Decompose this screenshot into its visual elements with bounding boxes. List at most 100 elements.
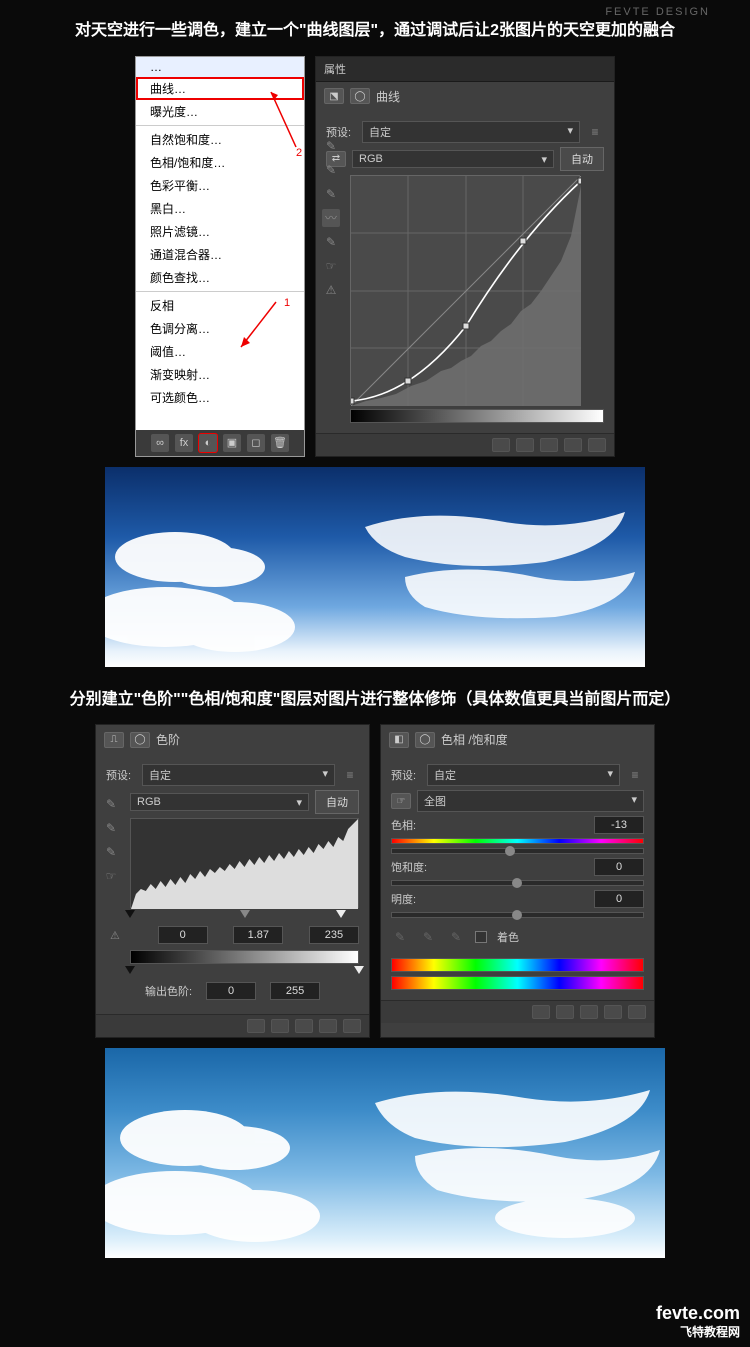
menu-item-top[interactable]: … (136, 57, 304, 77)
colorize-checkbox[interactable] (475, 931, 487, 943)
top-watermark: FEVTE DESIGN (605, 6, 710, 18)
eyedropper-gray-icon[interactable]: ✎ (322, 161, 340, 179)
visibility-icon[interactable] (564, 438, 582, 452)
huesat-eyedropper-add-icon[interactable]: ✎ (419, 928, 437, 946)
adjustment-layer-icon[interactable]: ◐ (199, 434, 217, 452)
sky-result-1 (105, 467, 645, 667)
warning-icon[interactable]: ⚠ (322, 281, 340, 299)
clip-icon[interactable] (492, 438, 510, 452)
menu-item-photofilter[interactable]: 照片滤镜… (136, 220, 304, 243)
huesat-eyedropper-sub-icon[interactable]: ✎ (447, 928, 465, 946)
preset-select[interactable]: 自定 (362, 121, 580, 143)
lightness-input[interactable] (594, 890, 644, 908)
trash-icon[interactable]: 🗑 (271, 434, 289, 452)
delete-icon[interactable] (588, 438, 606, 452)
menu-item-posterize[interactable]: 色调分离… (136, 317, 304, 340)
folder-icon[interactable]: ▣ (223, 434, 241, 452)
levels-visibility-icon[interactable] (319, 1019, 337, 1033)
heading-2: 分别建立"色阶""色相/饱和度"图层对图片进行整体修饰（具体数值更具当前图片而定… (30, 687, 720, 713)
menu-item-huesat[interactable]: 色相/饱和度… (136, 151, 304, 174)
reset-icon[interactable] (540, 438, 558, 452)
huesat-view-icon[interactable] (556, 1005, 574, 1019)
huesat-scope-select[interactable]: 全图 (417, 790, 644, 812)
pencil-tool-icon[interactable]: ✎ (322, 233, 340, 251)
levels-hand-icon[interactable]: ☞ (102, 867, 120, 885)
channel-select[interactable]: RGB (352, 150, 554, 168)
levels-preset-label: 预设: (106, 767, 136, 783)
auto-button[interactable]: 自动 (560, 147, 604, 171)
lightness-slider[interactable] (391, 912, 644, 918)
hue-spectrum (391, 838, 644, 844)
warning-small-icon: ⚠ (110, 929, 132, 942)
menu-item-gradientmap[interactable]: 渐变映射… (136, 363, 304, 386)
menu-item-selectivecolor[interactable]: 可选颜色… (136, 386, 304, 409)
targeted-adjust-icon[interactable]: ☞ (391, 793, 411, 809)
preset-menu-icon[interactable]: ≡ (586, 123, 604, 141)
levels-histogram[interactable] (130, 818, 359, 908)
levels-auto-button[interactable]: 自动 (315, 790, 359, 814)
huesat-clip-icon[interactable] (532, 1005, 550, 1019)
levels-gamma-input[interactable] (233, 926, 283, 944)
levels-delete-icon[interactable] (343, 1019, 361, 1033)
menu-item-vibrance[interactable]: 自然饱和度… (136, 128, 304, 151)
menu-item-colorbalance[interactable]: 色彩平衡… (136, 174, 304, 197)
huesat-icon: ◧ (389, 732, 409, 748)
sat-slider[interactable] (391, 880, 644, 886)
menu-item-invert[interactable]: 反相 (136, 294, 304, 317)
hue-slider[interactable] (391, 848, 644, 854)
levels-clip-icon[interactable] (247, 1019, 265, 1033)
curves-graph[interactable] (350, 175, 580, 405)
levels-eyedropper-white-icon[interactable]: ✎ (102, 843, 120, 861)
levels-white-input[interactable] (309, 926, 359, 944)
levels-black-input[interactable] (158, 926, 208, 944)
levels-eyedropper-gray-icon[interactable]: ✎ (102, 819, 120, 837)
levels-view-icon[interactable] (271, 1019, 289, 1033)
mask-icon[interactable]: ◯ (350, 88, 370, 104)
curves-footer (316, 433, 614, 456)
curve-tool-icon[interactable]: 〰 (322, 209, 340, 227)
fx-icon[interactable]: fx (175, 434, 193, 452)
view-previous-icon[interactable] (516, 438, 534, 452)
levels-out-black-input[interactable] (206, 982, 256, 1000)
properties-tab[interactable]: 属性 (316, 57, 614, 82)
huesat-delete-icon[interactable] (628, 1005, 646, 1019)
link-icon[interactable]: ∞ (151, 434, 169, 452)
menu-item-curves-highlighted[interactable]: 曲线… (136, 77, 304, 100)
heading-1: 对天空进行一些调色，建立一个"曲线图层"，通过调试后让2张图片的天空更加的融合 (30, 18, 720, 44)
eyedropper-white-icon[interactable]: ✎ (322, 185, 340, 203)
lightness-label: 明度: (391, 891, 416, 907)
huesat-footer (381, 1000, 654, 1023)
hand-icon[interactable]: ☞ (322, 257, 340, 275)
eyedropper-black-icon[interactable]: ✎ (322, 137, 340, 155)
menu-item-channelmixer[interactable]: 通道混合器… (136, 243, 304, 266)
curves-tool-icons: ✎ ✎ ✎ 〰 ✎ ☞ ⚠ (322, 137, 340, 299)
sat-input[interactable] (594, 858, 644, 876)
huesat-preset-select[interactable]: 自定 (427, 764, 620, 786)
levels-channel-select[interactable]: RGB (130, 793, 309, 811)
menu-item-bw[interactable]: 黑白… (136, 197, 304, 220)
levels-mask-icon[interactable]: ◯ (130, 732, 150, 748)
levels-preset-menu-icon[interactable]: ≡ (341, 766, 359, 784)
curves-title-row: ⬔ ◯ 曲线 (316, 82, 614, 111)
levels-input-slider[interactable] (130, 910, 359, 922)
annotation-1: 1 (284, 297, 290, 309)
levels-reset-icon[interactable] (295, 1019, 313, 1033)
huesat-reset-icon[interactable] (580, 1005, 598, 1019)
huesat-mask-icon[interactable]: ◯ (415, 732, 435, 748)
huesat-title: 色相 /饱和度 (441, 731, 508, 748)
menu-item-threshold[interactable]: 阈值… (136, 340, 304, 363)
watermark: fevte.com 飞特教程网 (656, 1303, 740, 1339)
levels-preset-select[interactable]: 自定 (142, 764, 335, 786)
levels-out-white-input[interactable] (270, 982, 320, 1000)
levels-eyedropper-black-icon[interactable]: ✎ (102, 795, 120, 813)
huesat-eyedropper-icon[interactable]: ✎ (391, 928, 409, 946)
new-layer-icon[interactable]: ◻ (247, 434, 265, 452)
menu-item-colorlookup[interactable]: 颜色查找… (136, 266, 304, 289)
input-gradient[interactable] (350, 409, 604, 423)
huesat-preset-menu-icon[interactable]: ≡ (626, 766, 644, 784)
menu-item-exposure[interactable]: 曝光度… (136, 100, 304, 123)
levels-output-slider[interactable] (130, 966, 359, 978)
hue-input[interactable] (594, 816, 644, 834)
levels-output-gradient[interactable] (130, 950, 359, 964)
huesat-visibility-icon[interactable] (604, 1005, 622, 1019)
